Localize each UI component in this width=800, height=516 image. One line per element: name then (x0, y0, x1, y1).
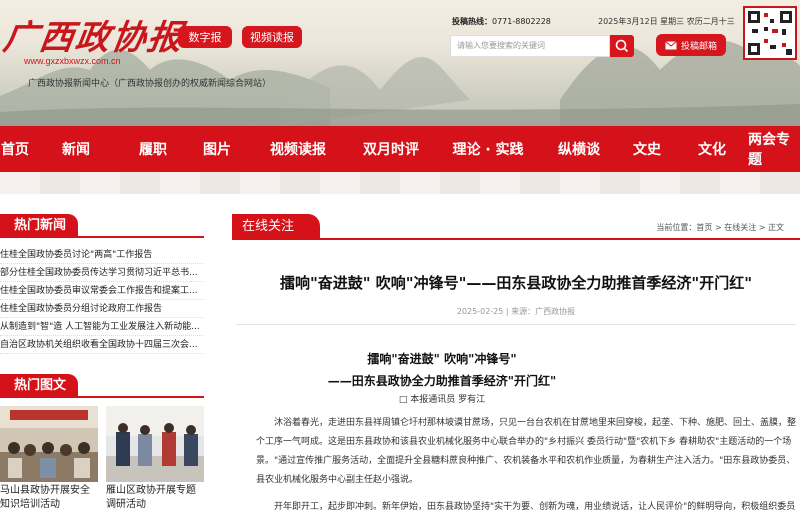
list-item[interactable]: 部分住桂全国政协委员传达学习贯彻习近平总书... (0, 264, 204, 282)
search-button[interactable] (610, 35, 634, 57)
hot-pics-header: 热门图文 (0, 374, 204, 398)
nav-item-theory[interactable]: 理论 · 实践 (436, 126, 540, 172)
hotline: 投稿热线：0771-8802228 (452, 16, 551, 27)
search-icon (615, 39, 629, 53)
article-subtitle-secondary: ——田东县政协全力助推首季经济"开门红" (327, 374, 557, 388)
nav-item-culture[interactable]: 文化 (676, 126, 748, 172)
hot-news-header: 热门新闻 (0, 214, 204, 238)
mail-icon (665, 40, 677, 49)
search-input[interactable]: 请输入您要搜索的关键词 (450, 35, 610, 57)
nav-item-discussion[interactable]: 纵横谈 (540, 126, 618, 172)
video-reading-button[interactable]: 视频读报 (242, 26, 302, 48)
nav-item-news[interactable]: 新闻 (30, 126, 122, 172)
hot-pics-title: 热门图文 (0, 374, 79, 398)
digital-paper-button[interactable]: 数字报 (178, 26, 232, 48)
site-description: 广西政协报新闻中心（广西政协报创办的权威新闻综合网站） (28, 79, 272, 89)
qr-pattern (748, 11, 792, 55)
hotline-label: 投稿热线： (452, 17, 492, 26)
hot-pic-thumbnail-1[interactable] (0, 406, 98, 482)
tab-online-focus[interactable]: 在线关注 (232, 214, 320, 240)
mail-button-label: 投稿邮箱 (680, 41, 717, 52)
qr-code-image (743, 6, 797, 60)
list-item[interactable]: 从制造到"智"造 人工智能为工业发展注入新动能... (0, 318, 204, 336)
nav-item-pictures[interactable]: 图片 (184, 126, 250, 172)
date-text: 2025年3月12日 星期三 农历二月十三 (598, 17, 735, 26)
hotline-number: 0771-8802228 (492, 17, 551, 26)
hot-pic-caption-2[interactable]: 雁山区政协开展专题调研活动 (106, 484, 204, 514)
nav-item-two-sessions[interactable]: 两会专题 (748, 126, 800, 172)
hot-pic-thumbnail-2[interactable] (106, 406, 204, 482)
article-byline: □ 本报通讯员 罗有江 (398, 395, 486, 405)
list-item[interactable]: 住桂全国政协委员分组讨论政府工作报告 (0, 300, 204, 318)
submission-mail-button[interactable]: 投稿邮箱 (656, 34, 726, 56)
title-divider (236, 324, 796, 325)
list-item[interactable]: 住桂全国政协委员审议常委会工作报告和提案工... (0, 282, 204, 300)
photo-survey-image (106, 406, 204, 482)
list-item[interactable]: 自治区政协机关组织收看全国政协十四届三次会... (0, 336, 204, 354)
site-url: www.gxzxbxwzx.com.cn (24, 56, 121, 66)
nav-item-video[interactable]: 视频读报 (250, 126, 346, 172)
breadcrumb: 当前位置：首页 > 在线关注 > 正文 (656, 223, 784, 232)
nav-item-duty[interactable]: 履职 (122, 126, 184, 172)
site-logo[interactable]: 广西政协报 (1, 10, 188, 59)
article-paragraph: 沐浴着春光，走进田东县祥周镇仑圩村那林坡谟甘蔗场，只见一台台农机在甘蔗地里来回穿… (256, 418, 797, 485)
article-subtitle-main: 擂响"奋进鼓" 吹响"冲锋号" (367, 352, 517, 366)
nav-item-commentary[interactable]: 双月时评 (346, 126, 436, 172)
decorative-band (0, 172, 800, 194)
hot-news-list: 住桂全国政协委员讨论"两高"工作报告 部分住桂全国政协委员传达学习贯彻习近平总书… (0, 246, 204, 354)
main-section-header: 在线关注 当前位置：首页 > 在线关注 > 正文 (232, 214, 800, 240)
photo-meeting-image (0, 406, 98, 482)
main-nav: 首页 新闻 履职 图片 视频读报 双月时评 理论 · 实践 纵横谈 文史 文化 … (0, 126, 800, 172)
article-title: 擂响"奋进鼓" 吹响"冲锋号"——田东县政协全力助推首季经济"开门红" (279, 274, 753, 292)
list-item[interactable]: 住桂全国政协委员讨论"两高"工作报告 (0, 246, 204, 264)
header-banner: 广西政协报 www.gxzxbxwzx.com.cn 广西政协报新闻中心（广西政… (0, 0, 800, 126)
hot-news-title: 热门新闻 (0, 214, 79, 238)
article-paragraph: 开年即开工，起步即冲刺。新年伊始，田东县政协坚持"实干为要、创新为魂，用业绩说话… (274, 502, 796, 512)
nav-item-home[interactable]: 首页 (0, 126, 30, 172)
article-meta: 2025-02-25 | 来源：广西政协报 (456, 307, 576, 316)
nav-item-history[interactable]: 文史 (618, 126, 676, 172)
hot-pic-caption-1[interactable]: 马山县政协开展安全知识培训活动 (0, 484, 98, 514)
